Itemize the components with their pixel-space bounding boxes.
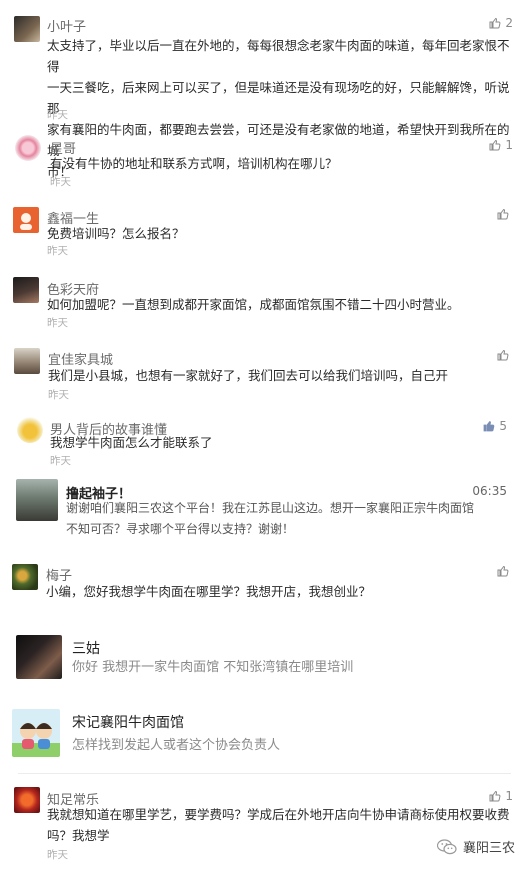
comment-text: 我想学牛肉面怎么才能联系了 [50,432,510,453]
comment-line: 一天三餐吃，后来网上可以买了，但是味道还是没有现场吃的好，只能解解馋，听说那 [47,80,510,116]
comment-item: 梅子 小编，您好我想学牛肉面在哪里学？我想开店，我想创业？ [0,562,529,624]
comment-time: 昨天 [47,109,68,121]
avatar[interactable] [15,135,41,161]
comment-time: 昨天 [48,389,69,401]
comment-author[interactable]: 宋记襄阳牛肉面馆 [72,712,184,732]
avatar[interactable] [17,417,43,443]
watermark-label: 襄阳三农 [462,841,515,856]
like-count: 1 [505,138,513,152]
comment-time: 昨天 [50,176,71,188]
avatar[interactable] [16,635,62,679]
divider [18,773,511,774]
avatar[interactable] [12,564,38,590]
avatar-icon [20,213,32,230]
thumbs-up-icon [497,565,509,577]
comment-text: 有没有牛协的地址和联系方式啊，培训机构在哪儿？ [50,153,510,174]
avatar[interactable] [13,207,39,233]
comment-time: 昨天 [50,455,71,467]
comment-item: 鑫福一生 免费培训吗？怎么报名？ 昨天 [0,203,529,263]
comment-item: 宋记襄阳牛肉面馆 怎样找到发起人或者这个协会负责人 [0,707,529,765]
comment-line: 有没有牛协的地址和联系方式啊，培训机构在哪儿？ [50,156,338,171]
like-button[interactable] [497,565,513,577]
comment-text: 我们是小县城，也想有一家就好了，我们回去可以给我们培训吗，自己开 [48,365,518,386]
thumbs-up-icon [497,349,509,361]
avatar[interactable] [14,348,40,374]
comment-time: 昨天 [47,245,68,257]
comment-line: 怎样找到发起人或者这个协会负责人 [72,738,281,753]
like-button[interactable]: 5 [483,419,507,433]
avatar[interactable] [14,16,40,42]
comment-time: 06:35 [472,484,507,498]
like-count: 2 [505,16,513,30]
comment-item: 色彩天府 如何加盟呢？一直想到成都开家面馆，成都面馆氛围不错二十四小时营业。 昨… [0,274,529,334]
comment-text: 怎样找到发起人或者这个协会负责人 [72,735,512,756]
comment-time: 昨天 [47,317,68,329]
thumbs-up-icon [483,421,495,432]
comment-text: 你好 我想开一家牛肉面馆 不知张湾镇在哪里培训 [72,657,512,678]
thumbs-up-icon [489,139,501,151]
comment-text: 免费培训吗？怎么报名？ [47,223,507,244]
comment-item: 三姑 你好 我想开一家牛肉面馆 不知张湾镇在哪里培训 [0,633,529,689]
like-button[interactable]: 1 [489,789,513,803]
avatar[interactable] [14,787,40,813]
comment-author[interactable]: 三姑 [72,638,100,658]
comment-item: 男人背后的故事谁懂 5 我想学牛肉面怎么才能联系了 昨天 [0,416,529,474]
comment-item: 宜佳家具城 我们是小县城，也想有一家就好了，我们回去可以给我们培训吗，自己开 昨… [0,344,529,406]
like-count: 1 [505,789,513,803]
account-watermark: 襄阳三农 [436,837,515,856]
comment-line: 太支持了，毕业以后一直在外地的，每每很想念老家牛肉面的味道，每年回老家恨不得 [47,38,510,74]
thumbs-up-icon [489,17,501,29]
comment-time: 昨天 [47,849,68,861]
comment-author[interactable]: 小叶子 [47,16,86,35]
comment-line: 免费培训吗？怎么报名？ [47,226,185,241]
comment-line: 我想学牛肉面怎么才能联系了 [50,435,213,450]
cartoon-avatar-icon [12,723,60,757]
comment-line: 你好 我想开一家牛肉面馆 不知张湾镇在哪里培训 [72,660,354,675]
thumbs-up-icon [489,790,501,802]
comment-line: 我们是小县城，也想有一家就好了，我们回去可以给我们培训吗，自己开 [48,368,449,383]
comment-item: 星哥 1 有没有牛协的地址和联系方式啊，培训机构在哪儿？ 昨天 [0,133,529,193]
avatar[interactable] [12,709,60,757]
like-button[interactable] [497,349,513,361]
like-button[interactable]: 2 [489,16,513,30]
thumbs-up-icon [497,208,509,220]
comment-text: 如何加盟呢？一直想到成都开家面馆，成都面馆氛围不错二十四小时营业。 [47,294,517,315]
comment-line: 谢谢咱们襄阳三农这个平台！我在江苏昆山这边。想开一家襄阳正宗牛肉面馆 [66,501,475,515]
comment-text: 小编，您好我想学牛肉面在哪里学？我想开店，我想创业？ [46,581,516,602]
like-button[interactable]: 1 [489,138,513,152]
wechat-icon [436,838,457,854]
like-count: 5 [499,419,507,433]
comment-line: 小编，您好我想学牛肉面在哪里学？我想开店，我想创业？ [46,584,372,599]
comment-line: 如何加盟呢？一直想到成都开家面馆，成都面馆氛围不错二十四小时营业。 [47,297,460,312]
comment-item: 小叶子 2 太支持了，毕业以后一直在外地的，每每很想念老家牛肉面的味道，每年回老… [0,10,529,179]
comment-line: 我就想知道在哪里学艺，要学费吗？学成后在外地开店向牛协申请商标使用权要收费 [47,807,510,822]
comment-text: 谢谢咱们襄阳三农这个平台！我在江苏昆山这边。想开一家襄阳正宗牛肉面馆 不知可否？… [66,498,516,540]
comment-item: 撸起袖子！ 06:35 谢谢咱们襄阳三农这个平台！我在江苏昆山这边。想开一家襄阳… [0,478,529,540]
comment-line: 不知可否？寻求哪个平台得以支持？谢谢！ [66,522,295,536]
avatar[interactable] [13,277,39,303]
like-button[interactable] [497,208,513,220]
avatar[interactable] [16,479,58,521]
